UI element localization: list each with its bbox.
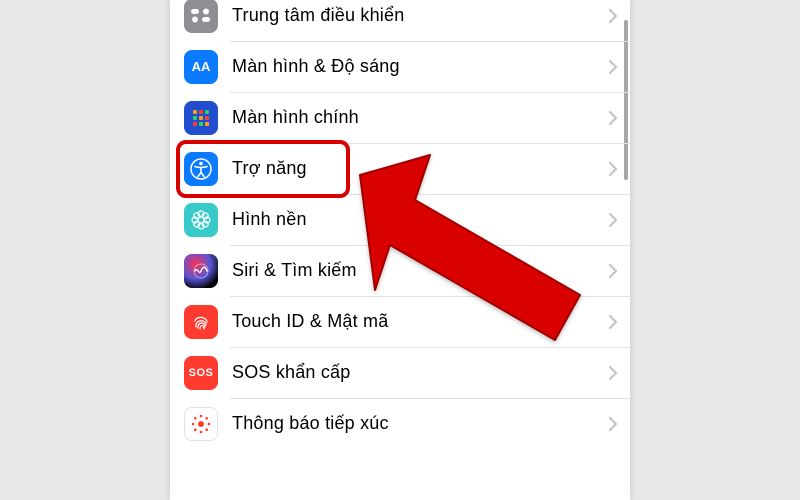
wallpaper-icon [184, 203, 218, 237]
chevron-right-icon [608, 8, 618, 24]
sos-badge-text: SOS [189, 367, 214, 379]
exposure-icon [184, 407, 218, 441]
siri-icon [184, 254, 218, 288]
chevron-right-icon [608, 110, 618, 126]
settings-row-control-center[interactable]: Trung tâm điều khiển [170, 0, 630, 41]
home-screen-icon [184, 101, 218, 135]
settings-row-exposure[interactable]: Thông báo tiếp xúc [170, 398, 630, 449]
sos-icon: SOS [184, 356, 218, 390]
settings-row-wallpaper[interactable]: Hình nền [170, 194, 630, 245]
settings-row-label: Hình nền [232, 209, 608, 230]
chevron-right-icon [608, 212, 618, 228]
settings-row-siri[interactable]: Siri & Tìm kiếm [170, 245, 630, 296]
settings-row-label: Thông báo tiếp xúc [232, 413, 608, 434]
settings-row-label: Trung tâm điều khiển [232, 5, 608, 26]
control-center-icon [184, 0, 218, 33]
screenshot-stage: Trung tâm điều khiển AA Màn hình & Độ sá… [0, 0, 800, 500]
settings-row-label: Siri & Tìm kiếm [232, 260, 608, 281]
settings-list: Trung tâm điều khiển AA Màn hình & Độ sá… [170, 0, 630, 449]
settings-row-label: Màn hình chính [232, 107, 608, 128]
chevron-right-icon [608, 365, 618, 381]
display-icon: AA [184, 50, 218, 84]
accessibility-icon [184, 152, 218, 186]
settings-row-label: SOS khẩn cấp [232, 362, 608, 383]
touchid-icon [184, 305, 218, 339]
settings-row-display[interactable]: AA Màn hình & Độ sáng [170, 41, 630, 92]
settings-row-accessibility[interactable]: Trợ năng [170, 143, 630, 194]
chevron-right-icon [608, 161, 618, 177]
chevron-right-icon [608, 59, 618, 75]
chevron-right-icon [608, 416, 618, 432]
settings-row-home-screen[interactable]: Màn hình chính [170, 92, 630, 143]
phone-frame: Trung tâm điều khiển AA Màn hình & Độ sá… [170, 0, 630, 500]
chevron-right-icon [608, 314, 618, 330]
settings-row-sos[interactable]: SOS SOS khẩn cấp [170, 347, 630, 398]
chevron-right-icon [608, 263, 618, 279]
settings-row-label: Màn hình & Độ sáng [232, 56, 608, 77]
settings-row-label: Trợ năng [232, 158, 608, 179]
settings-row-touchid[interactable]: Touch ID & Mật mã [170, 296, 630, 347]
settings-row-label: Touch ID & Mật mã [232, 311, 608, 332]
